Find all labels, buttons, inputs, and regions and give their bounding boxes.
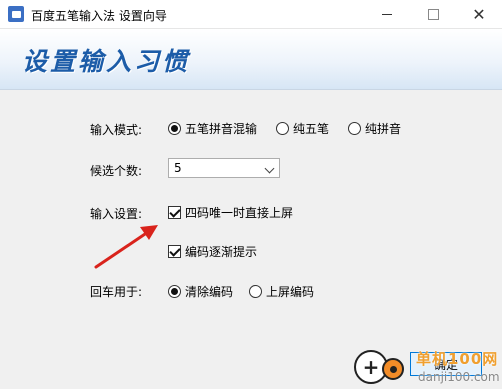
candidates-select[interactable]: 5 — [168, 158, 280, 178]
checkbox-gradual-hint[interactable]: 编码逐渐提示 — [168, 243, 257, 260]
input-mode-label: 输入模式: — [90, 123, 143, 137]
enter-key-label: 回车用于: — [90, 285, 143, 299]
radio-enter-clear[interactable]: 清除编码 — [168, 283, 233, 300]
radio-mode-wubi-label: 纯五笔 — [293, 122, 330, 136]
watermark-url: danji100.com — [418, 370, 500, 384]
radio-mode-mixed[interactable]: 五笔拼音混输 — [168, 120, 257, 137]
radio-mode-mixed-label: 五笔拼音混输 — [185, 122, 258, 136]
minimize-icon — [382, 13, 392, 15]
radio-unselected-icon — [348, 122, 361, 135]
checkbox-direct-commit[interactable]: 四码唯一时直接上屏 — [168, 204, 293, 221]
radio-enter-commit-label: 上屏编码 — [266, 285, 315, 299]
title-bar: 百度五笔输入法 设置向导 ✕ — [0, 0, 502, 29]
annotation-arrow-icon — [94, 225, 158, 269]
candidates-label: 候选个数: — [90, 164, 143, 178]
checkbox-direct-commit-label: 四码唯一时直接上屏 — [185, 206, 294, 220]
checkbox-checked-icon — [168, 245, 181, 258]
header-banner: 设置输入习惯 — [0, 29, 502, 90]
maximize-button[interactable] — [410, 0, 456, 28]
radio-selected-icon — [168, 122, 181, 135]
radio-enter-clear-label: 清除编码 — [185, 285, 234, 299]
watermark-title: 单机100网 — [416, 350, 499, 368]
watermark-dot-icon — [382, 358, 404, 380]
candidates-value: 5 — [174, 161, 182, 175]
radio-mode-pinyin[interactable]: 纯拼音 — [348, 120, 401, 137]
radio-unselected-icon — [276, 122, 289, 135]
window-title: 百度五笔输入法 设置向导 — [31, 9, 167, 23]
radio-enter-commit[interactable]: 上屏编码 — [249, 283, 314, 300]
chevron-down-icon — [264, 163, 275, 174]
radio-selected-icon — [168, 285, 181, 298]
radio-mode-pinyin-label: 纯拼音 — [365, 122, 402, 136]
close-button[interactable]: ✕ — [456, 0, 502, 28]
checkbox-checked-icon — [168, 206, 181, 219]
radio-unselected-icon — [249, 285, 262, 298]
close-icon: ✕ — [472, 4, 486, 24]
radio-mode-wubi[interactable]: 纯五笔 — [276, 120, 329, 137]
checkbox-gradual-hint-label: 编码逐渐提示 — [185, 245, 258, 259]
minimize-button[interactable] — [364, 0, 410, 28]
maximize-icon — [427, 8, 439, 20]
page-title: 设置输入习惯 — [22, 47, 191, 76]
watermark-logo: + 单机100网 danji100.com — [354, 346, 500, 389]
app-icon — [8, 6, 24, 22]
